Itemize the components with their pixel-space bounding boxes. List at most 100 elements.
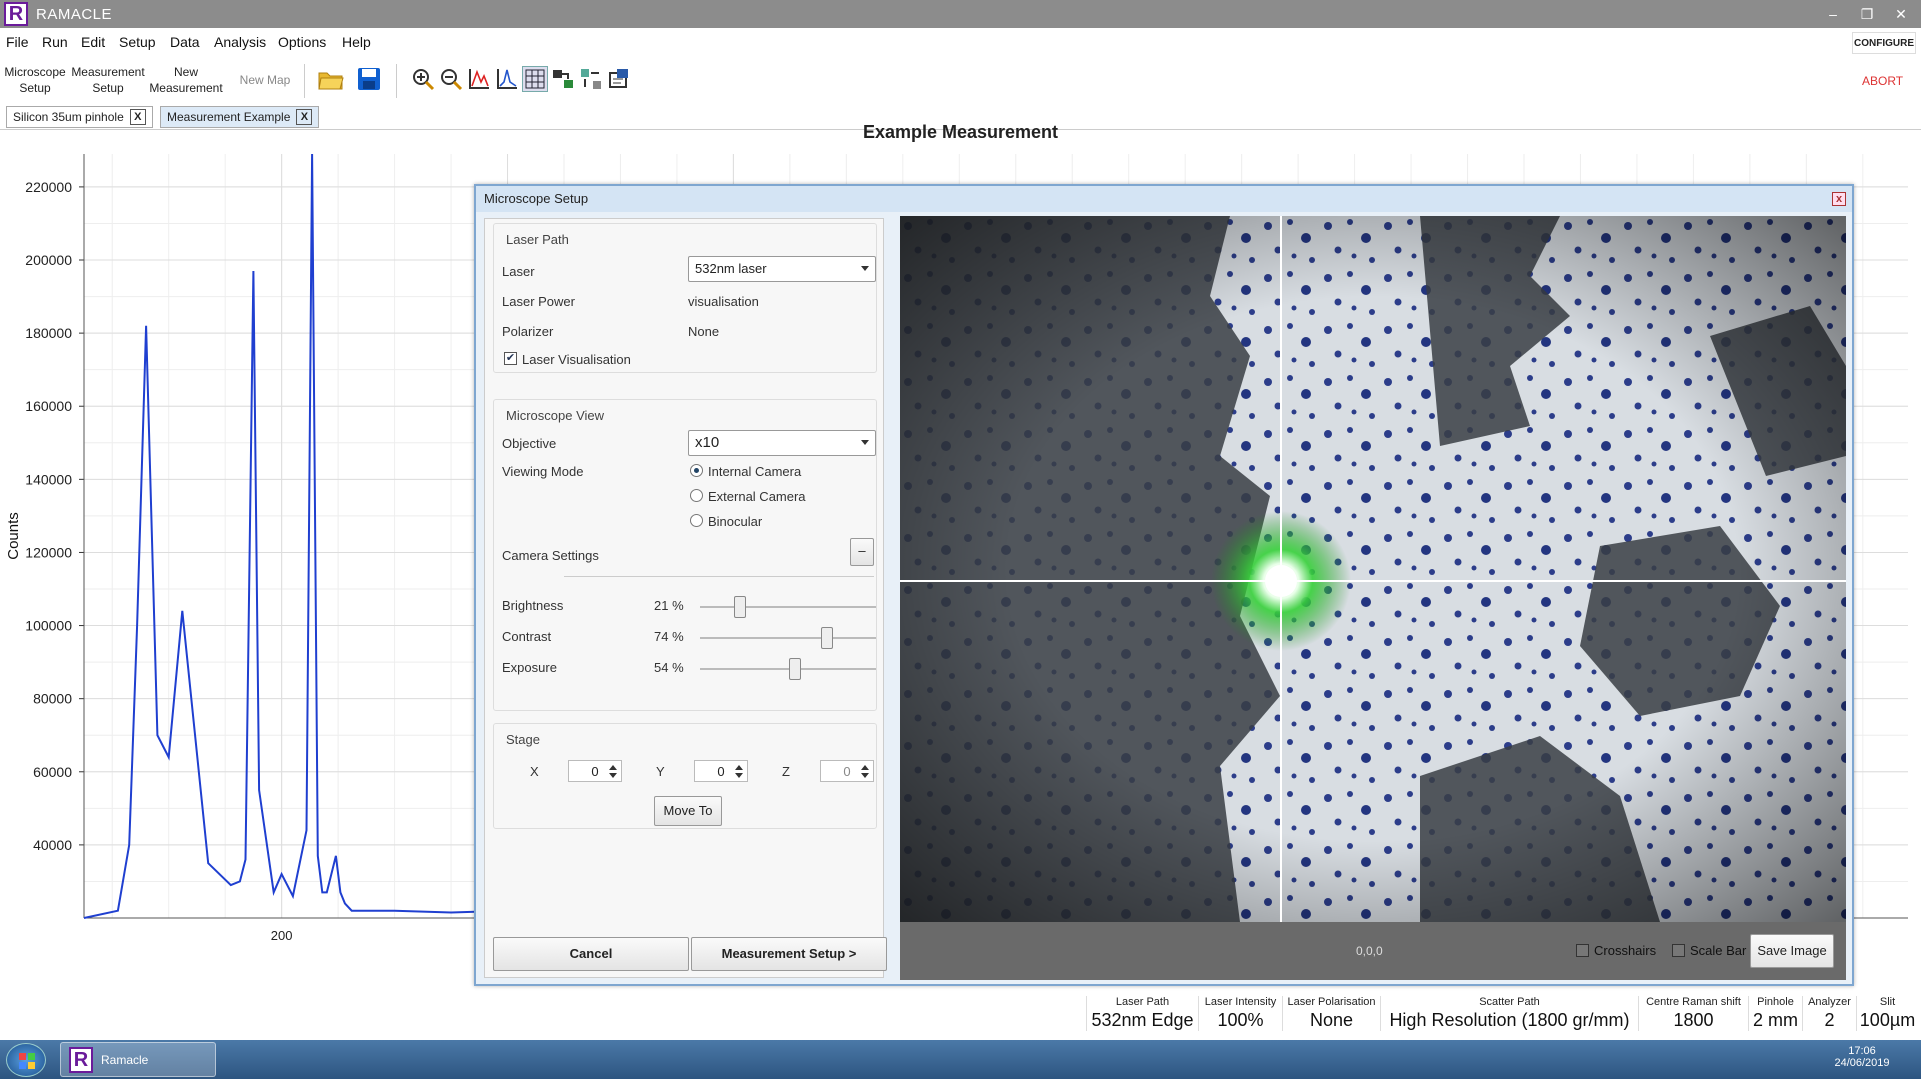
measurement-setup-label-2: Setup [92,81,124,95]
menu-analysis[interactable]: Analysis [214,34,266,50]
y-axis-label: Counts [5,512,22,560]
stage-y-input[interactable]: 0 [694,760,748,782]
menu-setup[interactable]: Setup [119,34,156,50]
new-map-button[interactable]: New Map [234,72,296,88]
status-value: 532nm Edge [1091,1010,1194,1030]
status-value: 100% [1217,1010,1264,1030]
microscope-setup-label-2: Setup [19,81,51,95]
binocular-radio[interactable] [690,514,703,527]
y-tick-label: 100000 [25,618,72,634]
new-measurement-button[interactable]: New Measurement [148,64,224,96]
camera-settings-label: Camera Settings [502,548,599,563]
stage-x-input[interactable]: 0 [568,760,622,782]
spin-down-icon[interactable] [861,773,869,778]
laser-visualisation-label: Laser Visualisation [522,352,631,367]
close-icon[interactable]: ✕ [1890,4,1912,24]
microscope-setup-dialog: Microscope Setup x Laser Path Laser 532n… [474,184,1854,986]
scale-bar-checkbox[interactable] [1672,944,1685,957]
internal-camera-radio[interactable] [690,464,703,477]
laser-select-value: 532nm laser [695,261,767,276]
status-laser-polarisation: Laser Polarisation None [1282,996,1380,1031]
binocular-label: Binocular [708,514,763,529]
y-tick-label: 140000 [25,471,72,487]
zoom-in-icon[interactable] [410,66,436,92]
menu-file[interactable]: File [6,34,29,50]
status-title: Pinhole [1757,996,1794,1008]
configure-button[interactable]: CONFIGURE [1852,32,1916,54]
spin-up-icon[interactable] [609,765,617,770]
restore-icon[interactable]: ❐ [1856,4,1878,24]
brightness-label: Brightness [502,598,564,613]
x-tick-label: 200 [271,928,293,943]
status-title: Centre Raman shift [1646,996,1741,1008]
microscope-setup-button[interactable]: Microscope Setup [2,64,68,96]
abort-button[interactable]: ABORT [1862,74,1903,88]
camera-view[interactable] [900,216,1846,922]
ramacle-icon: R [69,1047,93,1073]
laser-select[interactable]: 532nm laser [688,256,876,282]
cancel-button[interactable]: Cancel [493,937,689,971]
external-camera-radio[interactable] [690,489,703,502]
minimize-icon[interactable]: – [1822,4,1844,24]
spin-up-icon[interactable] [735,765,743,770]
status-centre-raman-shift: Centre Raman shift 1800 [1638,996,1748,1031]
transform-icon[interactable] [578,66,604,92]
export-icon[interactable] [550,66,576,92]
zoom-out-icon[interactable] [438,66,464,92]
objective-select-value: x10 [695,434,720,451]
chevron-down-icon [861,266,869,271]
grid-icon[interactable] [522,66,548,92]
measurement-setup-next-button[interactable]: Measurement Setup > [691,937,887,971]
dialog-title: Microscope Setup [476,186,1852,212]
dialog-close-icon[interactable]: x [1832,192,1846,206]
menu-help[interactable]: Help [342,34,371,50]
save-icon[interactable] [356,66,382,92]
y-tick-label: 120000 [25,544,72,560]
taskbar-app-label: Ramacle [101,1053,149,1067]
internal-camera-label: Internal Camera [708,464,802,479]
laser-visualisation-checkbox[interactable]: ✔ [504,352,517,365]
contrast-slider[interactable] [821,627,834,649]
menu-edit[interactable]: Edit [81,34,105,50]
menu-data[interactable]: Data [170,34,200,50]
contrast-value: 74 % [654,629,684,644]
brightness-slider[interactable] [734,596,747,618]
taskbar-ramacle[interactable]: R Ramacle [60,1042,216,1077]
app-logo: R [4,2,28,26]
camera-settings-toggle[interactable]: – [850,538,874,566]
peak-icon[interactable] [494,66,520,92]
spin-up-icon[interactable] [861,765,869,770]
spin-down-icon[interactable] [609,773,617,778]
measurement-setup-button[interactable]: Measurement Setup [70,64,146,96]
open-folder-icon[interactable] [318,66,344,92]
spin-down-icon[interactable] [735,773,743,778]
objective-label: Objective [502,436,557,451]
laser-power-value: visualisation [688,294,759,309]
menu-run[interactable]: Run [42,34,68,50]
status-value: 100µm [1859,1010,1916,1030]
stage-z-label: Z [782,764,790,779]
save-image-button[interactable]: Save Image [1750,934,1834,968]
stage-x-label: X [530,764,539,779]
clock: 17:06 24/06/2019 [1820,1045,1904,1069]
scale-bar-label: Scale Bar [1690,943,1747,958]
settings-icon[interactable] [606,66,632,92]
crosshairs-label: Crosshairs [1594,943,1657,958]
move-to-button[interactable]: Move To [654,796,722,826]
status-value: 2 mm [1753,1010,1798,1030]
start-icon[interactable] [6,1043,46,1077]
microscope-setup-label-1: Microscope [4,65,66,79]
menu-options[interactable]: Options [278,34,326,50]
stage-y-label: Y [656,764,665,779]
objective-select[interactable]: x10 [688,430,876,456]
status-title: Laser Path [1115,996,1170,1008]
stage-z-input[interactable]: 0 [820,760,874,782]
crosshairs-checkbox[interactable] [1576,944,1589,957]
brightness-slider-track [700,606,876,608]
status-analyzer: Analyzer 2 [1802,996,1856,1031]
external-camera-label: External Camera [708,489,806,504]
y-tick-label: 60000 [33,764,72,780]
axis-icon[interactable] [466,66,492,92]
polarizer-label: Polarizer [502,324,554,339]
exposure-slider[interactable] [788,658,801,680]
